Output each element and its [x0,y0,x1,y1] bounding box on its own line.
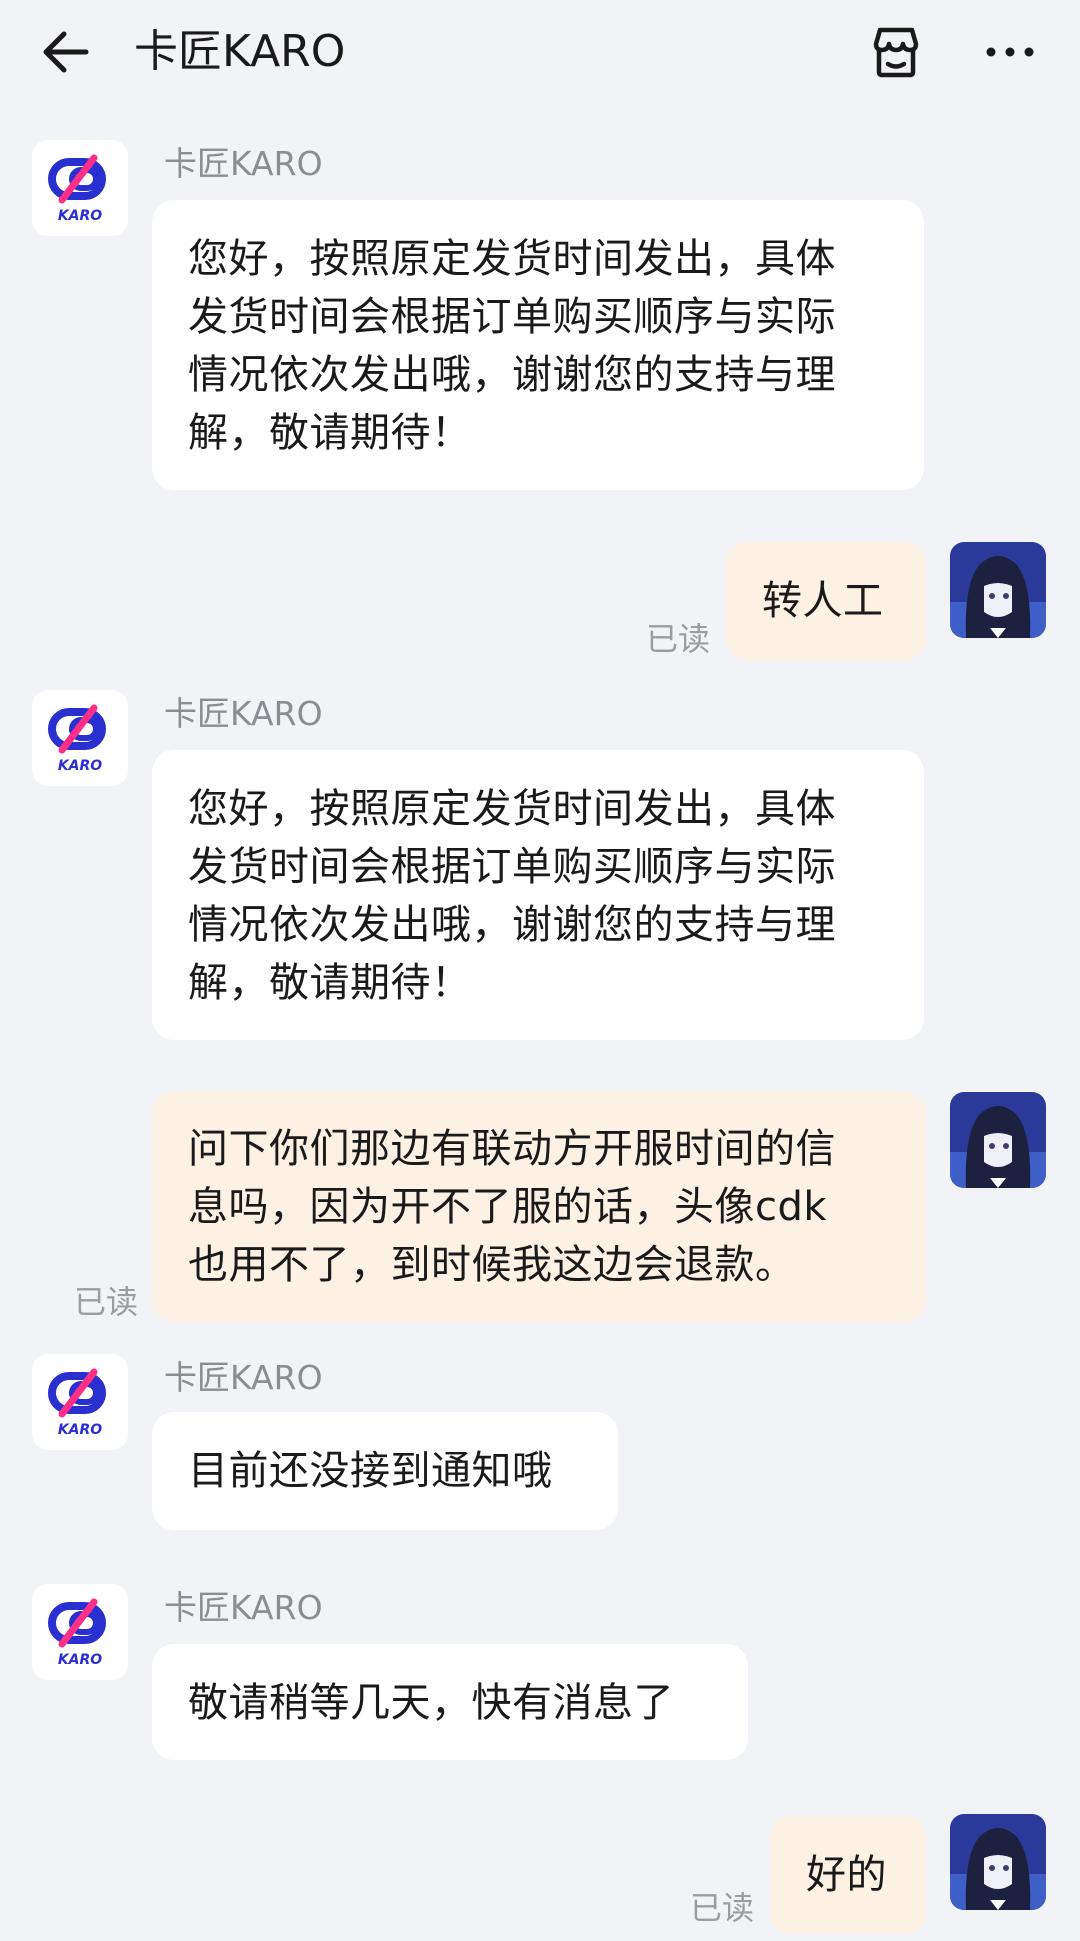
shop-avatar[interactable]: KARO [32,690,128,786]
message-line: 好的 [806,1852,887,1898]
message-bubble-outgoing[interactable]: 问下你们那边有联动方开服时间的信 息吗，因为开不了服的话，头像cdk 也用不了，… [152,1092,926,1322]
message-bubble-incoming[interactable]: 您好，按照原定发货时间发出，具体 发货时间会根据订单购买顺序与实际 情况依次发出… [152,200,924,490]
store-button[interactable] [866,22,926,82]
message-line: 您好，按照原定发货时间发出，具体 [188,236,836,282]
message-bubble-outgoing[interactable]: 好的 [770,1816,926,1934]
karo-logo-icon: KARO [48,1368,106,1438]
shop-avatar[interactable]: KARO [32,140,128,236]
anime-girl-avatar-icon [950,1814,1046,1910]
svg-text:KARO: KARO [58,208,102,224]
user-avatar[interactable] [950,1092,1046,1188]
shop-avatar[interactable]: KARO [32,1354,128,1450]
sender-name: 卡匠KARO [164,144,323,183]
karo-logo-icon: KARO [48,1598,106,1668]
message-line: 情况依次发出哦，谢谢您的支持与理 [188,902,836,948]
more-options-button[interactable] [980,22,1040,82]
message-line: 您好，按照原定发货时间发出，具体 [188,786,836,832]
top-bar: 卡匠KARO [0,0,1080,110]
shop-avatar[interactable]: KARO [32,1584,128,1680]
message-line: 问下你们那边有联动方开服时间的信 [188,1126,836,1172]
sender-name: 卡匠KARO [164,1358,323,1397]
message-bubble-outgoing[interactable]: 转人工 [726,542,926,660]
read-status: 已读 [74,1283,139,1321]
message-line: 解，敬请期待！ [188,960,472,1006]
chat-title: 卡匠KARO [134,26,346,77]
message-line: 情况依次发出哦，谢谢您的支持与理 [188,352,836,398]
message-line: 敬请稍等几天，快有消息了 [188,1680,674,1726]
read-status: 已读 [646,620,711,658]
arrow-left-icon [43,31,89,73]
message-line: 发货时间会根据订单购买顺序与实际 [188,294,836,340]
back-button[interactable] [38,22,98,82]
message-line: 解，敬请期待！ [188,410,472,456]
anime-girl-avatar-icon [950,542,1046,638]
message-line: 转人工 [762,578,884,624]
message-bubble-incoming[interactable]: 目前还没接到通知哦 [152,1412,618,1530]
user-avatar[interactable] [950,1814,1046,1910]
read-status: 已读 [690,1889,755,1927]
message-line: 息吗，因为开不了服的话，头像cdk [188,1184,828,1230]
svg-text:KARO: KARO [58,1422,102,1438]
sender-name: 卡匠KARO [164,1588,323,1627]
store-icon [873,27,919,78]
message-bubble-incoming[interactable]: 您好，按照原定发货时间发出，具体 发货时间会根据订单购买顺序与实际 情况依次发出… [152,750,924,1040]
svg-text:KARO: KARO [58,1652,102,1668]
user-avatar[interactable] [950,542,1046,638]
karo-logo-icon: KARO [48,154,106,224]
more-dots-icon [986,47,1034,57]
karo-logo-icon: KARO [48,704,106,774]
svg-text:KARO: KARO [58,758,102,774]
message-line: 也用不了，到时候我这边会退款。 [188,1242,796,1288]
message-line: 发货时间会根据订单购买顺序与实际 [188,844,836,890]
anime-girl-avatar-icon [950,1092,1046,1188]
message-line: 目前还没接到通知哦 [188,1448,553,1494]
message-bubble-incoming[interactable]: 敬请稍等几天，快有消息了 [152,1644,748,1760]
sender-name: 卡匠KARO [164,694,323,733]
